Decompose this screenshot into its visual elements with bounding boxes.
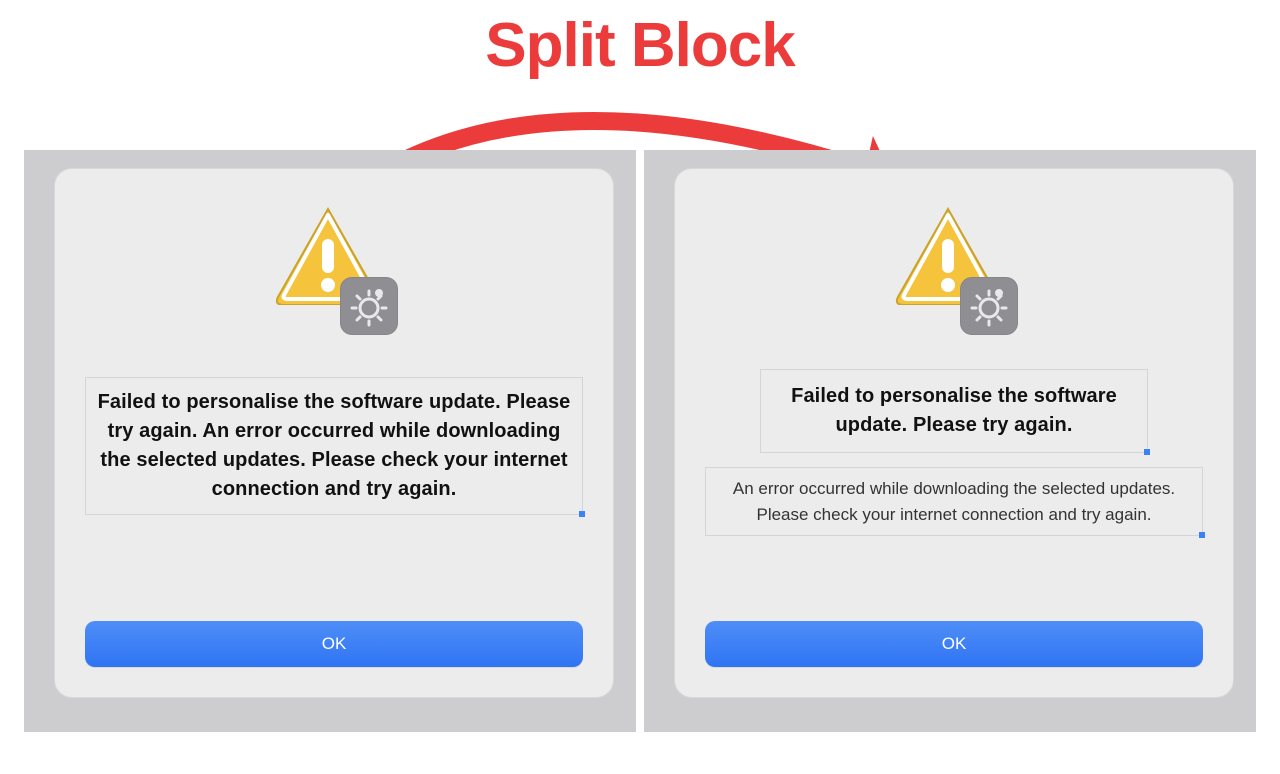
right-dialog: Failed to personalise the software updat… bbox=[674, 168, 1234, 698]
right-secondary-message-text: An error occurred while downloading the … bbox=[714, 476, 1194, 527]
left-message-block[interactable]: Failed to personalise the software updat… bbox=[85, 377, 583, 515]
dialog-icon bbox=[264, 205, 404, 329]
right-panel: Failed to personalise the software updat… bbox=[644, 150, 1256, 732]
gear-badge-icon bbox=[960, 277, 1018, 335]
left-dialog: Failed to personalise the software updat… bbox=[54, 168, 614, 698]
right-secondary-message-block[interactable]: An error occurred while downloading the … bbox=[705, 467, 1203, 536]
gear-badge-icon bbox=[340, 277, 398, 335]
ok-button[interactable]: OK bbox=[85, 621, 583, 667]
dialog-icon bbox=[884, 205, 1024, 329]
right-primary-message-block[interactable]: Failed to personalise the software updat… bbox=[760, 369, 1148, 453]
right-primary-message-text: Failed to personalise the software updat… bbox=[763, 382, 1145, 440]
page-title: Split Block bbox=[0, 10, 1280, 81]
left-message-text: Failed to personalise the software updat… bbox=[92, 388, 576, 504]
left-panel: Failed to personalise the software updat… bbox=[24, 150, 636, 732]
ok-button[interactable]: OK bbox=[705, 621, 1203, 667]
